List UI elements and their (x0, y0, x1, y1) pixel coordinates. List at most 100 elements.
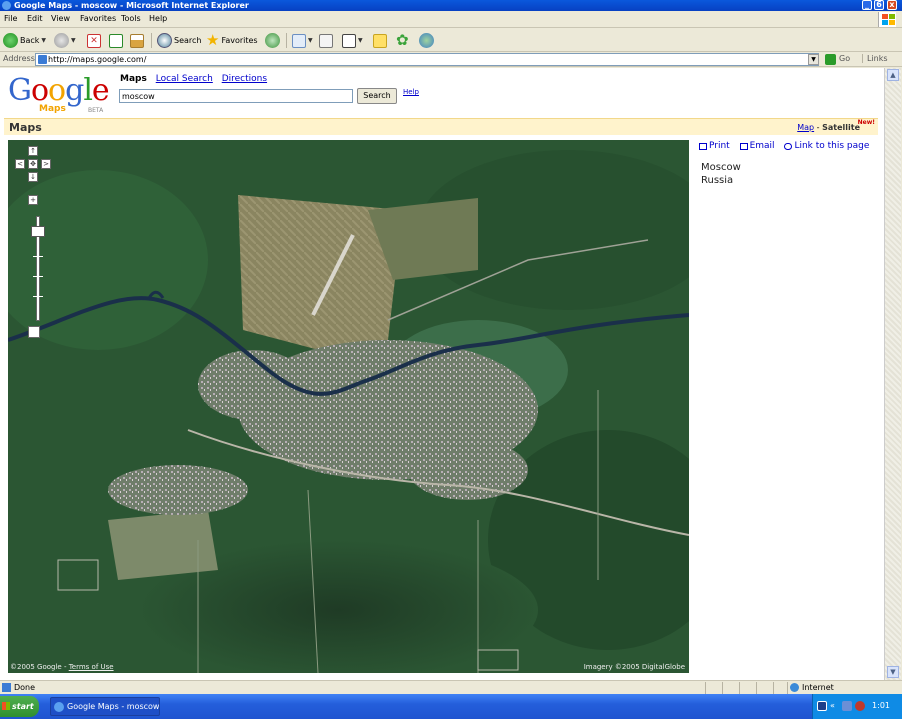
history-button[interactable] (265, 32, 280, 49)
view-switcher: Map - Satellite (797, 123, 860, 132)
beta-label: BETA (88, 107, 104, 114)
go-button[interactable]: Go (839, 54, 850, 63)
start-label: start (12, 702, 34, 711)
satellite-map[interactable]: ↑ < ✥ > ↓ + ©2005 Google - Terms of Use … (8, 140, 689, 673)
search-button[interactable]: Search (357, 88, 397, 104)
status-text: Done (14, 683, 36, 692)
tab-local-search[interactable]: Local Search (156, 74, 213, 84)
taskbar: start Google Maps - moscow... « 1:01 (0, 694, 902, 719)
map-actions: Print Email Link to this page (699, 141, 876, 153)
search-result: Moscow Russia (701, 161, 741, 187)
new-badge: New! (857, 119, 875, 126)
volume-icon[interactable] (842, 701, 852, 711)
edit-dropdown-icon[interactable]: ▼ (358, 37, 363, 44)
forward-button[interactable]: ▼ (54, 32, 76, 49)
back-button[interactable]: Back ▼ (3, 32, 46, 49)
network-icon[interactable] (817, 701, 827, 711)
vertical-scrollbar[interactable]: ▲ ▼ (884, 68, 901, 680)
pan-right-button[interactable]: > (41, 159, 51, 169)
imagery-credit: Imagery ©2005 DigitalGlobe (583, 663, 685, 671)
page-title: Maps (9, 121, 42, 134)
status-pane (722, 682, 723, 694)
status-pane (756, 682, 757, 694)
scroll-down-arrow-icon[interactable]: ▼ (887, 666, 899, 678)
view-separator: - (814, 123, 823, 132)
zoom-slider-thumb[interactable] (31, 226, 45, 237)
forward-dropdown-icon[interactable]: ▼ (71, 37, 76, 44)
print-toolbar-button[interactable] (319, 32, 333, 49)
tab-directions[interactable]: Directions (222, 74, 267, 84)
result-city: Moscow (701, 162, 741, 173)
address-dropdown-icon[interactable]: ▼ (808, 54, 819, 65)
close-button[interactable]: x (887, 0, 897, 10)
mail-dropdown-icon[interactable]: ▼ (308, 37, 313, 44)
ie-icon (2, 1, 11, 10)
tray-expand-icon[interactable]: « (830, 701, 840, 711)
search-input[interactable] (119, 89, 353, 103)
icq-button[interactable]: ✿ (396, 32, 409, 49)
zoom-in-button[interactable]: + (28, 195, 38, 205)
zoom-tick (33, 296, 43, 297)
menu-view[interactable]: View (51, 14, 70, 23)
security-shield-icon[interactable] (855, 701, 865, 711)
start-button[interactable]: start (0, 696, 39, 717)
system-tray: « 1:01 (812, 694, 902, 719)
map-view-link[interactable]: Map (797, 123, 814, 132)
mail-icon (292, 33, 306, 48)
google-logo-text: Google (8, 73, 110, 108)
address-label: Address (3, 54, 35, 63)
minimize-button[interactable]: _ (862, 0, 872, 10)
print-link[interactable]: Print (699, 141, 730, 151)
menu-help[interactable]: Help (149, 14, 167, 23)
status-pane (773, 682, 774, 694)
restore-button[interactable]: 6 (874, 0, 884, 10)
stop-button[interactable]: ✕ (87, 32, 101, 49)
terms-of-use-link[interactable]: Terms of Use (69, 663, 114, 671)
home-button[interactable] (130, 32, 144, 49)
scroll-up-arrow-icon[interactable]: ▲ (887, 69, 899, 81)
pan-up-button[interactable]: ↑ (28, 146, 38, 156)
map-copyright: ©2005 Google - Terms of Use (10, 663, 114, 671)
link-to-page[interactable]: Link to this page (784, 141, 869, 151)
back-dropdown-icon[interactable]: ▼ (41, 37, 46, 44)
taskbar-item-google-maps[interactable]: Google Maps - moscow... (50, 697, 160, 716)
messenger-note-button[interactable] (373, 32, 387, 49)
menu-tools[interactable]: Tools (121, 14, 141, 23)
menu-edit[interactable]: Edit (27, 14, 43, 23)
refresh-icon (109, 33, 123, 48)
envelope-icon (739, 142, 748, 150)
forward-arrow-icon (54, 33, 69, 48)
links-button[interactable]: Links (862, 54, 888, 63)
favorites-button[interactable]: ★ Favorites (206, 32, 258, 49)
stop-icon: ✕ (87, 33, 101, 48)
refresh-button[interactable] (109, 32, 123, 49)
back-label: Back (20, 36, 40, 45)
logo-maps-text: Maps (39, 104, 66, 114)
menu-bar: File Edit View Favorites Tools Help (0, 11, 902, 28)
pan-left-button[interactable]: < (15, 159, 25, 169)
google-maps-logo[interactable]: Google Maps BETA (8, 74, 112, 118)
satellite-view-label: Satellite (822, 123, 860, 132)
address-input[interactable]: http://maps.google.com/ (35, 53, 819, 66)
printer-icon (319, 33, 333, 48)
zoom-out-button[interactable] (28, 326, 40, 338)
email-link[interactable]: Email (739, 141, 775, 151)
back-arrow-icon (3, 33, 18, 48)
menu-favorites[interactable]: Favorites (80, 14, 116, 23)
messenger-button[interactable] (419, 32, 434, 49)
help-link[interactable]: Help (403, 88, 419, 96)
edit-button[interactable]: ▼ (342, 32, 363, 49)
pan-down-button[interactable]: ↓ (28, 172, 38, 182)
pan-center-button[interactable]: ✥ (28, 159, 38, 169)
address-url: http://maps.google.com/ (48, 55, 147, 64)
zoom-tick (33, 276, 43, 277)
go-arrow-icon[interactable] (825, 54, 836, 65)
task-item-label: Google Maps - moscow... (67, 702, 160, 711)
toolbar: Back ▼ ▼ ✕ Search ★ Favorites ▼ ▼ ✿ (0, 29, 902, 52)
menu-file[interactable]: File (4, 14, 17, 23)
printer-icon (699, 142, 707, 150)
page-content: Google Maps BETA Maps Local Search Direc… (0, 68, 884, 680)
search-tabs: Maps Local Search Directions (120, 74, 273, 84)
search-toolbar-button[interactable]: Search (157, 32, 201, 49)
mail-button[interactable]: ▼ (292, 32, 313, 49)
